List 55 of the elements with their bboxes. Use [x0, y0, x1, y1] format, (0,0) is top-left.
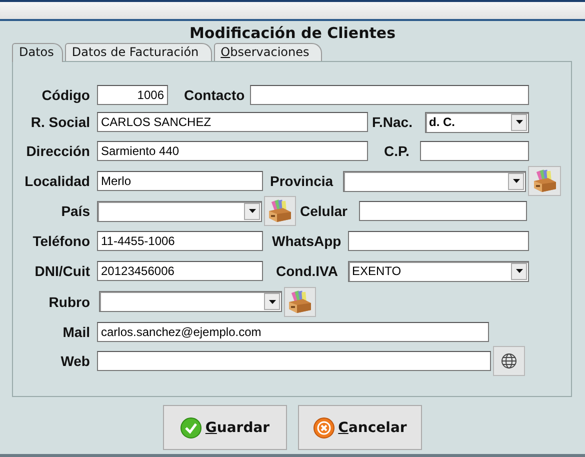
field-label: Web — [60, 353, 90, 369]
tab[interactable]: Datos — [12, 43, 63, 62]
text-field[interactable]: Sarmiento 440 — [97, 141, 368, 161]
globe-icon — [501, 353, 517, 369]
text-field[interactable]: 20123456006 — [97, 261, 263, 281]
check-icon — [180, 416, 202, 438]
field-label: Código — [40, 87, 90, 103]
card-box-icon — [287, 290, 313, 314]
lookup-button[interactable] — [264, 196, 296, 226]
field-label: C.P. — [384, 143, 410, 159]
window-title: Modificación de Clientes — [188, 23, 397, 43]
field-label: Rubro — [48, 294, 90, 310]
field-label: Dirección — [25, 143, 90, 159]
caret-icon — [516, 269, 522, 273]
field-label: País — [60, 203, 90, 219]
cancel-icon — [313, 416, 336, 438]
text-field[interactable]: Merlo — [97, 171, 263, 191]
text-field[interactable] — [250, 85, 529, 105]
field-label: Localidad — [24, 173, 90, 189]
dropdown-field[interactable] — [97, 200, 262, 222]
dropdown-field[interactable] — [343, 170, 526, 192]
text-field[interactable] — [359, 201, 527, 221]
tab[interactable]: Observaciones — [214, 43, 322, 61]
tab[interactable]: Datos de Facturación — [64, 43, 212, 61]
card-box-icon — [267, 199, 293, 223]
dropdown-field[interactable]: EXENTO — [348, 260, 529, 282]
caret-icon — [516, 120, 522, 124]
field-label: Celular — [300, 203, 348, 219]
text-field[interactable]: 1006 — [97, 85, 168, 105]
cancel-button[interactable]: Cancelar — [298, 405, 422, 450]
save-button[interactable]: Guardar — [163, 405, 287, 450]
caret-icon — [512, 179, 520, 183]
field-label: Teléfono — [32, 233, 90, 249]
text-field[interactable] — [348, 231, 529, 251]
text-field[interactable] — [97, 351, 491, 371]
lookup-button[interactable] — [528, 166, 561, 196]
lookup-button[interactable] — [284, 286, 316, 316]
field-label: Provincia — [270, 173, 334, 189]
dropdown-field[interactable] — [99, 291, 282, 312]
card-box-icon — [532, 169, 558, 193]
field-label: R. Social — [30, 114, 90, 130]
dropdown-field[interactable]: d. C. — [425, 112, 529, 132]
text-field[interactable]: CARLOS SANCHEZ — [97, 112, 368, 132]
text-field[interactable]: 11-4455-1006 — [97, 231, 263, 251]
caret-icon — [248, 209, 256, 213]
field-label: F.Nac. — [372, 114, 414, 130]
text-field[interactable]: carlos.sanchez@ejemplo.com — [97, 322, 489, 342]
caret-icon — [268, 300, 276, 304]
field-label: Mail — [62, 324, 90, 340]
text-field[interactable] — [420, 141, 529, 161]
field-label: Contacto — [184, 87, 246, 103]
field-label: DNI/Cuit — [34, 263, 90, 279]
field-label: WhatsApp — [272, 233, 342, 249]
field-label: Cond.IVA — [276, 263, 339, 279]
web-button[interactable] — [493, 346, 525, 376]
